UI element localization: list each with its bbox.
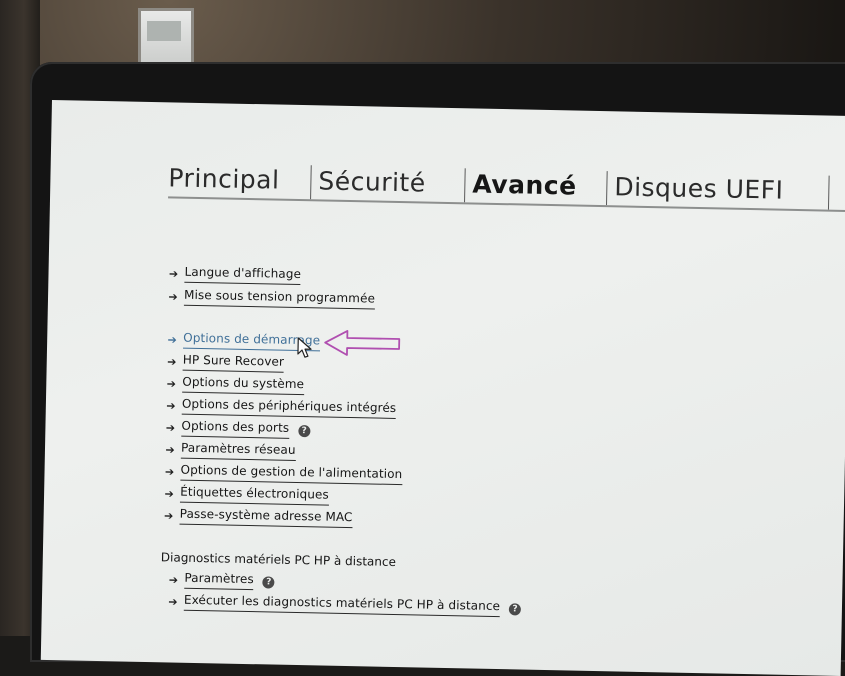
arrow-right-icon: ➔ — [168, 289, 178, 304]
menu-item-label: HP Sure Recover — [182, 352, 285, 373]
menu-item-mise-sous-tension[interactable]: ➔ Mise sous tension programmée — [166, 285, 376, 311]
menu-item-label: Mise sous tension programmée — [183, 287, 376, 310]
arrow-right-icon: ➔ — [168, 266, 179, 281]
menu-item-label: Passe-système adresse MAC — [179, 506, 353, 529]
menu-item-label: Exécuter les diagnostics matériels PC HP… — [183, 592, 501, 618]
menu-item-langue-affichage[interactable]: ➔ Langue d'affichage — [166, 262, 302, 287]
menu-item-label: Paramètres réseau — [180, 440, 296, 461]
menu-item-hp-sure-recover[interactable]: ➔ HP Sure Recover — [165, 350, 285, 374]
menu-item-executer-diagnostics[interactable]: ➔ Exécuter les diagnostics matériels PC … — [166, 590, 522, 619]
arrow-right-icon: ➔ — [167, 332, 177, 347]
tab-separator — [827, 175, 830, 210]
tab-avance[interactable]: Avancé — [472, 166, 577, 204]
arrow-right-icon: ➔ — [163, 508, 174, 523]
menu-item-label: Langue d'affichage — [184, 264, 302, 286]
menu-item-passe-systeme-mac[interactable]: ➔ Passe-système adresse MAC — [161, 504, 353, 530]
diagnostics-section-title: Diagnostics matériels PC HP à distance — [160, 550, 397, 569]
question-circle-icon[interactable]: ? — [262, 576, 275, 589]
arrow-right-icon: ➔ — [165, 442, 175, 457]
tab-principal[interactable]: Principal — [168, 160, 280, 198]
arrow-right-icon: ➔ — [165, 420, 176, 435]
menu-item-label: Options du système — [182, 374, 305, 396]
question-circle-icon[interactable]: ? — [508, 603, 522, 616]
menu-item-diagnostics-parametres[interactable]: ➔ Paramètres ? — [166, 568, 275, 592]
bios-screen: Principal Sécurité Avancé Disques UEFI ➔… — [40, 100, 845, 676]
arrow-right-icon: ➔ — [164, 464, 175, 479]
menu-item-parametres-reseau[interactable]: ➔ Paramètres réseau — [163, 438, 296, 463]
arrow-right-icon: ➔ — [168, 572, 179, 587]
arrow-right-icon: ➔ — [168, 594, 178, 609]
tab-disques-uefi[interactable]: Disques UEFI — [614, 169, 784, 208]
menu-item-options-ports[interactable]: ➔ Options des ports ? — [163, 416, 311, 441]
mouse-pointer-icon — [297, 337, 312, 358]
menu-item-label: Options des périphériques intégrés — [181, 396, 397, 419]
menu-item-label: Options des ports — [181, 418, 290, 439]
arrow-right-icon: ➔ — [167, 354, 177, 369]
outline-arrow-left-icon — [324, 330, 401, 356]
question-circle-icon[interactable]: ? — [298, 425, 311, 438]
tab-separator — [464, 168, 466, 203]
menu-item-label: Paramètres — [184, 570, 254, 591]
menu-item-options-systeme[interactable]: ➔ Options du système — [164, 372, 305, 397]
tab-separator — [606, 171, 608, 206]
arrow-right-icon: ➔ — [164, 486, 174, 501]
menu-item-label: Options de gestion de l'alimentation — [180, 462, 403, 486]
tab-separator — [310, 165, 312, 200]
arrow-right-icon: ➔ — [166, 398, 176, 413]
arrow-right-icon: ➔ — [166, 376, 177, 391]
tab-securite[interactable]: Sécurité — [318, 163, 426, 201]
menu-item-label: Étiquettes électroniques — [179, 484, 329, 506]
